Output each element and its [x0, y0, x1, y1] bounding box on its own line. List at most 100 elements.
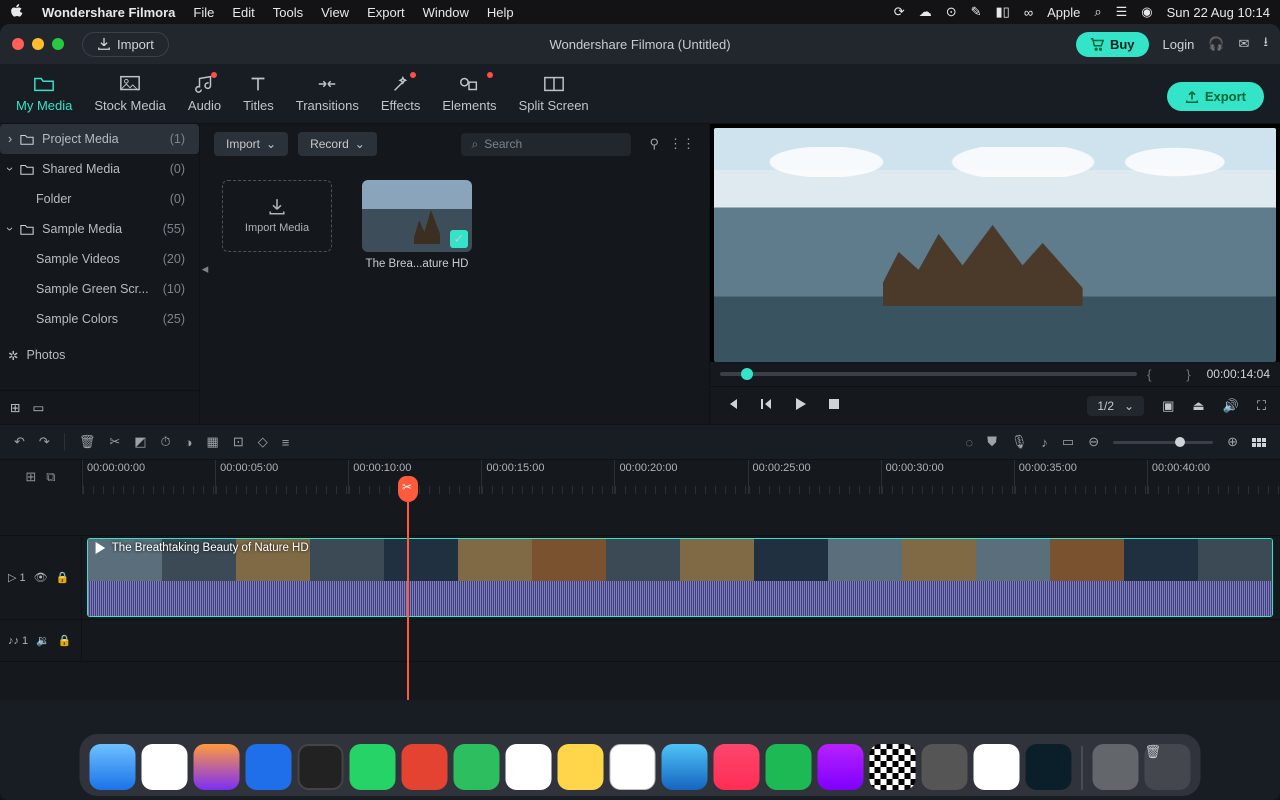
status-datetime[interactable]: Sun 22 Aug 10:14 — [1167, 5, 1270, 20]
dock-stickies[interactable] — [558, 744, 604, 790]
detach-button[interactable]: ⊡ — [233, 434, 244, 450]
step-back-button[interactable] — [758, 396, 774, 415]
playhead[interactable]: ✂ — [407, 494, 409, 700]
status-pen-icon[interactable]: ✎ — [971, 4, 982, 20]
status-search-icon[interactable]: ⌕ — [1094, 4, 1101, 20]
status-siri-icon[interactable]: ◉ — [1141, 4, 1152, 20]
stop-button[interactable] — [826, 396, 842, 415]
tab-stock-media[interactable]: Stock Media — [94, 74, 166, 123]
menu-view[interactable]: View — [321, 5, 349, 20]
apple-menu[interactable] — [10, 4, 24, 21]
status-link-icon[interactable]: ∞ — [1024, 5, 1033, 20]
window-close[interactable] — [12, 38, 24, 50]
mixer-icon[interactable]: ◌ — [965, 435, 973, 450]
app-name[interactable]: Wondershare Filmora — [42, 5, 175, 20]
download-icon[interactable]: ⭳ — [1263, 33, 1268, 55]
tab-elements[interactable]: Elements — [442, 74, 496, 123]
import-dropdown[interactable]: Import⌄ — [214, 132, 288, 156]
dock-app-misc[interactable] — [922, 744, 968, 790]
adjust-icon[interactable]: ≡ — [282, 435, 290, 450]
dock-music[interactable] — [714, 744, 760, 790]
export-button[interactable]: Export — [1167, 82, 1264, 111]
split-button[interactable]: ✂ — [109, 434, 120, 450]
dock-mail[interactable] — [662, 744, 708, 790]
support-icon[interactable]: 🎧 — [1208, 36, 1224, 52]
dock-firefox[interactable] — [194, 744, 240, 790]
audio-track-body[interactable] — [82, 620, 1280, 661]
dock-terminal[interactable] — [298, 744, 344, 790]
undo-button[interactable]: ↶ — [14, 434, 25, 450]
marker-icon[interactable]: ⛊ — [987, 434, 997, 450]
tab-audio[interactable]: Audio — [188, 74, 221, 123]
tab-transitions[interactable]: Transitions — [296, 74, 359, 123]
redo-button[interactable]: ↷ — [39, 434, 50, 450]
status-apple-label[interactable]: Apple — [1047, 5, 1080, 20]
grid-view-icon[interactable]: ⋮⋮ — [669, 136, 695, 152]
speaker-icon[interactable]: 🔉 — [36, 634, 50, 647]
add-track-icon[interactable]: ⊞ — [25, 469, 36, 485]
music-icon[interactable]: ♪ — [1041, 435, 1048, 450]
video-track-header[interactable]: ▷ 1 👁 🔒 — [0, 536, 82, 619]
dock-finder[interactable] — [90, 744, 136, 790]
preview-viewport[interactable] — [714, 128, 1276, 362]
link-icon[interactable]: ⧉ — [46, 469, 55, 485]
keyframe-button[interactable]: ◇ — [258, 434, 268, 450]
playback-speed-dropdown[interactable]: 1/2⌄ — [1087, 396, 1144, 416]
scrub-knob[interactable] — [741, 368, 753, 380]
video-track-body[interactable]: The Breathtaking Beauty of Nature HD — [82, 536, 1280, 619]
speed-button[interactable]: ⏱ — [161, 434, 171, 450]
import-button[interactable]: Import — [82, 32, 169, 57]
new-folder-icon[interactable]: ⊞ — [10, 400, 20, 415]
display-icon[interactable]: ▣ — [1162, 398, 1174, 414]
crop-button[interactable]: ◩ — [134, 434, 146, 450]
menu-edit[interactable]: Edit — [232, 5, 254, 20]
greenscreen-button[interactable]: ▦ — [207, 434, 219, 450]
dock-trash[interactable]: 🗑 — [1145, 744, 1191, 790]
snapshot-icon[interactable]: ⏏ — [1192, 398, 1204, 414]
in-out-braces[interactable]: { } — [1147, 367, 1197, 382]
prev-frame-button[interactable] — [724, 396, 740, 415]
tab-my-media[interactable]: My Media — [16, 74, 72, 123]
audio-track-header[interactable]: ♪♪ 1 🔉 🔒 — [0, 620, 82, 661]
play-button[interactable] — [792, 396, 808, 415]
render-icon[interactable]: ▭ — [1062, 434, 1074, 450]
status-battery-icon[interactable]: ▮▯ — [996, 4, 1010, 20]
sidebar-item-photos[interactable]: ✲ Photos — [0, 340, 199, 370]
sidebar-item-folder[interactable]: Folder (0) — [0, 184, 199, 214]
login-link[interactable]: Login — [1163, 37, 1195, 52]
dock-launchpad[interactable] — [142, 744, 188, 790]
sidebar-item-shared-media[interactable]: › Shared Media (0) — [0, 154, 199, 184]
dock-downloads[interactable] — [1093, 744, 1139, 790]
messages-icon[interactable]: ✉ — [1239, 36, 1250, 52]
color-button[interactable]: ◑ — [185, 435, 193, 450]
dock-podcasts[interactable] — [818, 744, 864, 790]
dock-todoist[interactable] — [402, 744, 448, 790]
tab-split-screen[interactable]: Split Screen — [519, 74, 589, 123]
menu-tools[interactable]: Tools — [273, 5, 303, 20]
menu-file[interactable]: File — [193, 5, 214, 20]
timeline-clip[interactable]: The Breathtaking Beauty of Nature HD — [87, 538, 1273, 617]
menu-window[interactable]: Window — [423, 5, 469, 20]
media-clip[interactable]: ✓ The Brea...ature HD — [362, 180, 472, 270]
sidebar-item-sample-greenscreen[interactable]: Sample Green Scr... (10) — [0, 274, 199, 304]
filter-icon[interactable]: ⚲ — [649, 136, 659, 152]
dock-chrome[interactable] — [974, 744, 1020, 790]
dock-filmora[interactable] — [1026, 744, 1072, 790]
sidebar-item-project-media[interactable]: › Project Media (1) — [0, 124, 199, 154]
fullscreen-icon[interactable]: ⛶ — [1257, 398, 1266, 414]
lock-icon[interactable]: 🔒 — [56, 571, 70, 584]
lock-icon[interactable]: 🔒 — [58, 634, 72, 647]
sidebar-item-sample-videos[interactable]: Sample Videos (20) — [0, 244, 199, 274]
scrub-track[interactable] — [720, 372, 1137, 376]
dock-notes[interactable] — [506, 744, 552, 790]
dock-evernote[interactable] — [454, 744, 500, 790]
dock-app-ai[interactable] — [246, 744, 292, 790]
status-play-icon[interactable]: ⊙ — [946, 4, 957, 20]
menu-help[interactable]: Help — [487, 5, 514, 20]
folder-icon[interactable]: ▭ — [32, 400, 44, 415]
import-media-card[interactable]: Import Media — [222, 180, 332, 252]
volume-icon[interactable]: 🔊 — [1223, 398, 1239, 414]
zoom-out-icon[interactable]: ⊖ — [1088, 434, 1099, 450]
buy-button[interactable]: Buy — [1076, 32, 1149, 57]
control-center-icon[interactable]: ☰ — [1116, 4, 1128, 20]
